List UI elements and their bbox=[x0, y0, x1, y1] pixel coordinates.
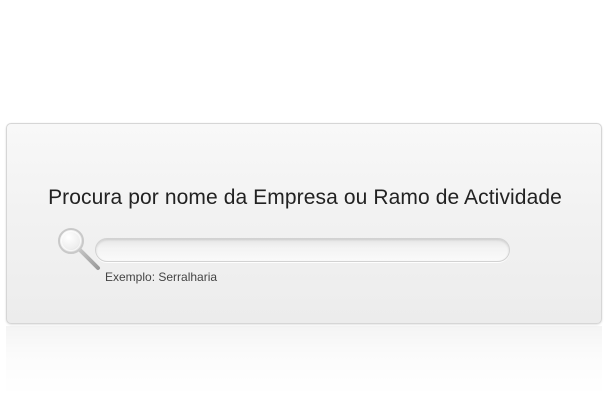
search-example-hint: Exemplo: Serralharia bbox=[105, 270, 218, 284]
search-title: Procura por nome da Empresa ou Ramo de A… bbox=[48, 186, 562, 209]
page: Procura por nome da Empresa ou Ramo de A… bbox=[0, 0, 612, 415]
panel-reflection bbox=[6, 326, 602, 396]
search-input[interactable] bbox=[95, 238, 510, 262]
search-panel: Procura por nome da Empresa ou Ramo de A… bbox=[6, 123, 602, 324]
